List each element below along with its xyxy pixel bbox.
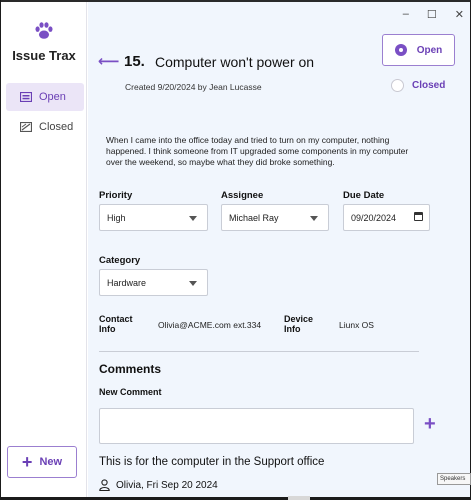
- sidebar: Issue Trax Open Closed + New: [1, 2, 87, 497]
- radio-unselected-icon: [391, 79, 404, 92]
- contact-info-value[interactable]: Olivia@ACME.com ext.334: [158, 320, 261, 330]
- priority-value: High: [107, 212, 126, 223]
- close-button[interactable]: ✕: [455, 8, 464, 21]
- comment-text: This is for the computer in the Support …: [99, 456, 325, 468]
- radio-selected-icon: [394, 44, 407, 56]
- user-icon: [99, 479, 110, 491]
- sidebar-item-open[interactable]: Open: [6, 83, 84, 111]
- inbox-icon: [20, 92, 32, 102]
- contact-info-label: Contact Info: [99, 314, 133, 334]
- calendar-icon[interactable]: [414, 212, 423, 221]
- sidebar-item-label: Open: [39, 91, 66, 103]
- paw-icon: [35, 22, 53, 39]
- category-value: Hardware: [107, 277, 147, 288]
- status-open-option[interactable]: Open: [382, 34, 455, 66]
- app-logo: Issue Trax: [1, 20, 87, 63]
- status-open-label: Open: [416, 44, 443, 56]
- new-issue-button[interactable]: + New: [7, 446, 77, 478]
- due-date-label: Due Date: [343, 190, 385, 201]
- comment-author-date: Olivia, Fri Sep 20 2024: [116, 479, 218, 491]
- chevron-down-icon: [189, 281, 197, 286]
- issue-description[interactable]: When I came into the office today and tr…: [106, 135, 426, 168]
- due-date-value: 09/20/2024: [351, 212, 397, 223]
- priority-select[interactable]: High: [99, 204, 208, 231]
- new-comment-input[interactable]: [99, 408, 414, 444]
- comment-meta: Olivia, Fri Sep 20 2024: [99, 479, 218, 491]
- device-info-label: Device Info: [284, 314, 314, 334]
- status-closed-option[interactable]: Closed: [391, 79, 445, 92]
- app-window: Issue Trax Open Closed + New – ☐ ✕ ⟵ 15.…: [1, 0, 470, 497]
- category-select[interactable]: Hardware: [99, 269, 208, 296]
- category-label: Category: [99, 255, 141, 266]
- app-name: Issue Trax: [12, 48, 76, 63]
- chevron-down-icon: [189, 216, 197, 221]
- comments-heading: Comments: [99, 362, 162, 376]
- issue-title: Computer won't power on: [155, 54, 315, 70]
- sidebar-item-label: Closed: [39, 121, 74, 133]
- device-info-value[interactable]: Liunx OS: [339, 320, 374, 330]
- closed-box-icon: [20, 122, 32, 132]
- new-comment-label: New Comment: [99, 387, 162, 397]
- back-arrow-icon[interactable]: ⟵: [98, 52, 120, 70]
- new-button-label: New: [39, 456, 63, 468]
- assignee-select[interactable]: Michael Ray: [221, 204, 329, 231]
- chevron-down-icon: [310, 216, 318, 221]
- taskbar-item: [288, 496, 310, 500]
- due-date-input[interactable]: 09/20/2024: [343, 204, 430, 231]
- issue-number: 15.: [124, 53, 145, 70]
- sidebar-item-closed[interactable]: Closed: [6, 113, 84, 141]
- assignee-label: Assignee: [221, 190, 264, 201]
- assignee-value: Michael Ray: [229, 212, 279, 223]
- speakers-tooltip: Speakers: [437, 473, 471, 485]
- add-comment-button[interactable]: +: [424, 414, 436, 434]
- plus-icon: +: [21, 452, 33, 472]
- maximize-button[interactable]: ☐: [427, 8, 437, 21]
- divider: [99, 351, 419, 352]
- status-closed-label: Closed: [412, 80, 446, 91]
- priority-label: Priority: [99, 190, 133, 201]
- window-controls: – ☐ ✕: [403, 8, 464, 21]
- minimize-button[interactable]: –: [403, 8, 409, 21]
- issue-detail-panel: – ☐ ✕ ⟵ 15. Computer won't power on Crea…: [88, 2, 470, 497]
- created-info: Created 9/20/2024 by Jean Lucasse: [125, 82, 262, 92]
